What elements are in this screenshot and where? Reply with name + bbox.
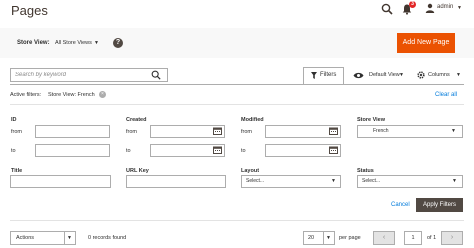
- store-view-label: Store View:: [17, 40, 50, 46]
- store-view-select[interactable]: French: [357, 125, 463, 138]
- store-view-filter-label: Store View: [357, 117, 386, 123]
- layout-filter-label: Layout: [241, 168, 260, 174]
- chevron-down-icon[interactable]: ▼: [451, 128, 456, 134]
- id-to-input[interactable]: [35, 144, 110, 157]
- filter-icon: [311, 72, 317, 79]
- modified-filter-label: Modified: [241, 117, 264, 123]
- calendar-icon[interactable]: [213, 146, 222, 154]
- calendar-icon[interactable]: [329, 146, 338, 154]
- clear-all-link[interactable]: Clear all: [435, 92, 457, 98]
- id-filter-label: ID: [11, 117, 17, 123]
- notification-badge: 3: [409, 1, 416, 8]
- columns-control[interactable]: Columns: [428, 72, 450, 78]
- id-from-input[interactable]: [35, 125, 110, 138]
- remove-filter-icon[interactable]: ×: [99, 91, 106, 98]
- status-select[interactable]: Select...: [357, 175, 463, 188]
- add-new-page-button[interactable]: Add New Page: [397, 33, 455, 53]
- keyword-search-input[interactable]: [10, 68, 168, 82]
- filters-label[interactable]: Filters: [320, 72, 336, 78]
- status-filter-label: Status: [357, 168, 374, 174]
- total-pages-label: of 1: [427, 235, 437, 241]
- cancel-filters-link[interactable]: Cancel: [391, 202, 410, 208]
- per-page-value[interactable]: 20: [308, 235, 314, 241]
- current-page-input[interactable]: 1: [404, 231, 422, 245]
- search-icon[interactable]: [151, 70, 161, 80]
- url-key-filter-label: URL Key: [126, 168, 149, 174]
- page-title: Pages: [11, 3, 48, 18]
- chevron-down-icon[interactable]: ▼: [331, 178, 336, 184]
- help-icon[interactable]: ?: [113, 38, 123, 48]
- chevron-down-icon[interactable]: ▼: [452, 178, 457, 184]
- user-icon[interactable]: [425, 3, 435, 13]
- layout-select[interactable]: Select...: [241, 175, 341, 188]
- mass-actions-label[interactable]: Actions: [16, 235, 34, 241]
- active-filters-label: Active filters:: [10, 92, 42, 98]
- apply-filters-button[interactable]: Apply Filters: [416, 198, 463, 212]
- id-from-label: from: [11, 129, 22, 135]
- gear-icon: [417, 71, 425, 79]
- chevron-down-icon[interactable]: ▼: [326, 235, 331, 241]
- id-to-label: to: [11, 148, 16, 154]
- search-icon[interactable]: [381, 3, 393, 15]
- chevron-right-icon[interactable]: ›: [441, 231, 463, 245]
- divider: [10, 220, 464, 221]
- chevron-down-icon[interactable]: ▼: [399, 72, 404, 78]
- calendar-icon[interactable]: [213, 127, 222, 135]
- store-view-switcher[interactable]: All Store Views: [55, 40, 92, 46]
- calendar-icon[interactable]: [329, 127, 338, 135]
- eye-icon: [353, 72, 364, 79]
- created-to-label: to: [126, 148, 131, 154]
- chevron-down-icon: ▼: [457, 5, 462, 11]
- per-page-label: per page: [339, 235, 361, 241]
- active-filter-chip: Store View: French: [48, 92, 95, 98]
- chevron-down-icon[interactable]: ▼: [94, 40, 99, 46]
- divider: [10, 84, 464, 85]
- chevron-down-icon[interactable]: ▼: [456, 72, 461, 78]
- created-filter-label: Created: [126, 117, 147, 123]
- title-filter-label: Title: [11, 168, 23, 174]
- view-switcher[interactable]: Default View: [369, 72, 400, 78]
- divider: [10, 104, 464, 105]
- chevron-down-icon[interactable]: ▼: [67, 235, 72, 241]
- modified-to-label: to: [241, 148, 246, 154]
- created-from-label: from: [126, 129, 137, 135]
- modified-from-label: from: [241, 129, 252, 135]
- url-key-filter-input[interactable]: [126, 175, 226, 188]
- records-found-count: 0 records found: [88, 235, 127, 241]
- chevron-left-icon[interactable]: ‹: [373, 231, 395, 245]
- user-menu-label[interactable]: admin: [437, 4, 453, 10]
- title-filter-input[interactable]: [10, 175, 111, 188]
